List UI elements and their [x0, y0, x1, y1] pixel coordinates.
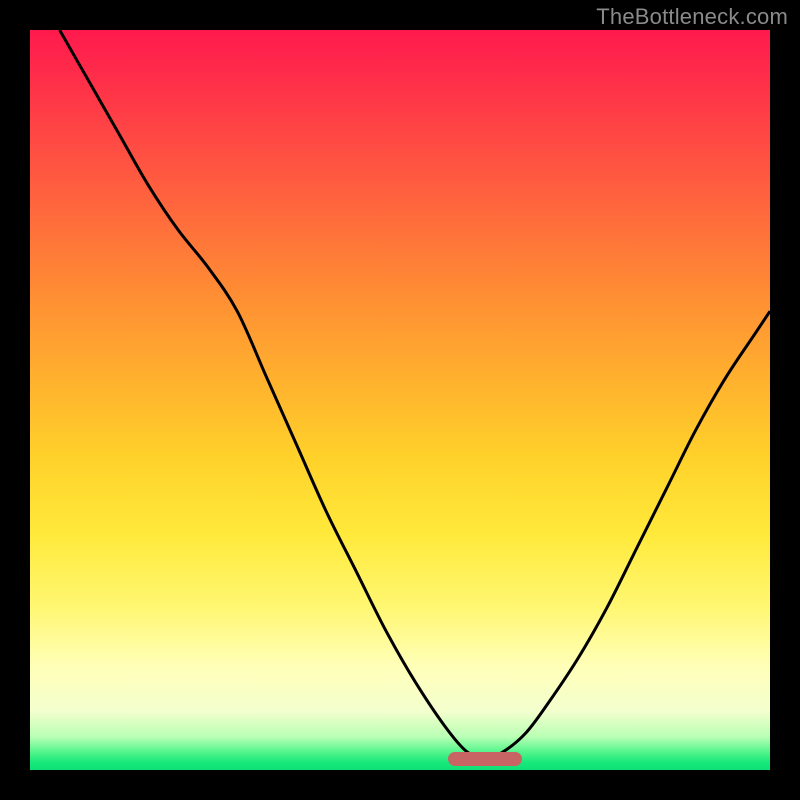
optimum-marker — [448, 752, 522, 766]
chart-stage: TheBottleneck.com — [0, 0, 800, 800]
watermark-text: TheBottleneck.com — [596, 4, 788, 30]
plot-area — [30, 30, 770, 770]
bottleneck-curve — [30, 30, 770, 770]
curve-path — [60, 30, 770, 759]
